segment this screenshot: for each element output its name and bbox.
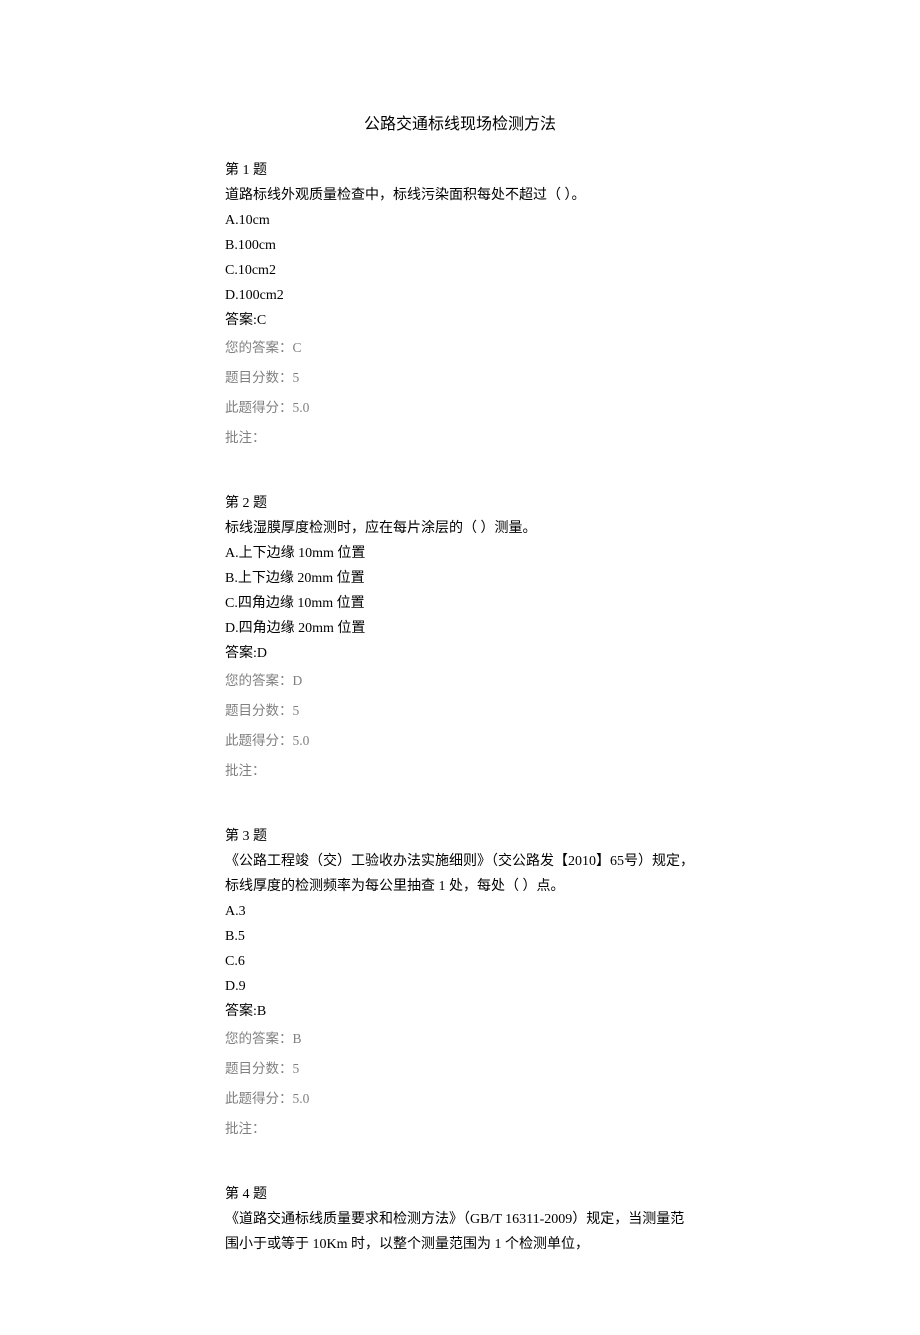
option-b: B.上下边缘 20mm 位置 [225, 566, 695, 591]
question-1: 第 1 题 道路标线外观质量检查中，标线污染面积每处不超过（ ）。 A.10cm… [225, 158, 695, 453]
option-a: A.10cm [225, 208, 695, 233]
question-header: 第 1 题 [225, 158, 695, 183]
question-header: 第 3 题 [225, 824, 695, 849]
option-a: A.3 [225, 899, 695, 924]
question-2: 第 2 题 标线湿膜厚度检测时，应在每片涂层的（ ）测量。 A.上下边缘 10m… [225, 491, 695, 786]
option-d: D.9 [225, 974, 695, 999]
item-score: 题目分数：5 [225, 363, 695, 393]
option-c: C.10cm2 [225, 258, 695, 283]
question-4: 第 4 题 《道路交通标线质量要求和检测方法》（GB/T 16311-2009）… [225, 1182, 695, 1257]
question-stem: 标线湿膜厚度检测时，应在每片涂层的（ ）测量。 [225, 516, 695, 541]
option-c: C.6 [225, 949, 695, 974]
option-c: C.四角边缘 10mm 位置 [225, 591, 695, 616]
comment-label: 批注： [225, 423, 695, 453]
question-stem: 道路标线外观质量检查中，标线污染面积每处不超过（ ）。 [225, 183, 695, 208]
got-score: 此题得分：5.0 [225, 726, 695, 756]
answer-label: 答案:C [225, 308, 695, 333]
question-header: 第 4 题 [225, 1182, 695, 1207]
got-score: 此题得分：5.0 [225, 1084, 695, 1114]
answer-label: 答案:D [225, 641, 695, 666]
question-stem: 《公路工程竣（交）工验收办法实施细则》（交公路发【2010】65号）规定，标线厚… [225, 849, 695, 899]
question-header: 第 2 题 [225, 491, 695, 516]
comment-label: 批注： [225, 1114, 695, 1144]
question-3: 第 3 题 《公路工程竣（交）工验收办法实施细则》（交公路发【2010】65号）… [225, 824, 695, 1144]
comment-label: 批注： [225, 756, 695, 786]
option-b: B.5 [225, 924, 695, 949]
your-answer: 您的答案：D [225, 666, 695, 696]
option-d: D.100cm2 [225, 283, 695, 308]
item-score: 题目分数：5 [225, 696, 695, 726]
option-a: A.上下边缘 10mm 位置 [225, 541, 695, 566]
answer-label: 答案:B [225, 999, 695, 1024]
option-b: B.100cm [225, 233, 695, 258]
got-score: 此题得分：5.0 [225, 393, 695, 423]
your-answer: 您的答案：B [225, 1024, 695, 1054]
item-score: 题目分数：5 [225, 1054, 695, 1084]
option-d: D.四角边缘 20mm 位置 [225, 616, 695, 641]
your-answer: 您的答案：C [225, 333, 695, 363]
page-title: 公路交通标线现场检测方法 [225, 110, 695, 134]
question-stem: 《道路交通标线质量要求和检测方法》（GB/T 16311-2009）规定，当测量… [225, 1207, 695, 1257]
